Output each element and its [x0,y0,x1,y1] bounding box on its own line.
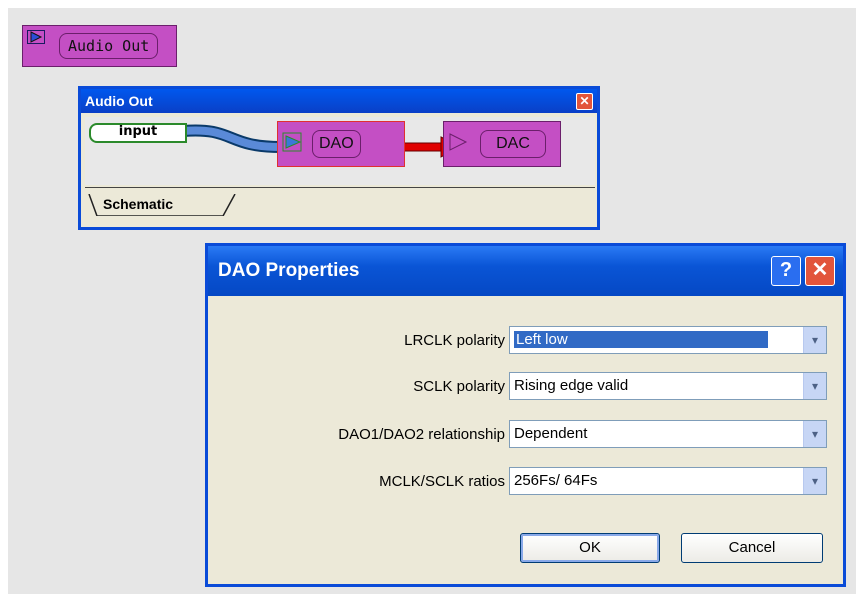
sclk-polarity-select[interactable]: Rising edge valid ▾ [509,372,827,400]
schematic-area[interactable]: input DAO DAC [85,117,595,185]
dialog-titlebar[interactable]: DAO Properties ? ✕ [208,246,843,296]
field-row-lrclk: LRCLK polarity Left low ▾ [208,326,843,356]
lrclk-polarity-select[interactable]: Left low ▾ [509,326,827,354]
dao-block[interactable]: DAO [277,121,405,167]
dao-label: DAO [312,130,361,158]
chevron-down-icon[interactable]: ▾ [803,421,826,447]
mclk-sclk-ratios-select[interactable]: 256Fs/ 64Fs ▾ [509,467,827,495]
field-label: MCLK/SCLK ratios [379,473,505,490]
cancel-button[interactable]: Cancel [681,533,823,563]
tab-strip: Schematic [85,187,595,226]
select-value: Dependent [514,425,588,442]
field-label: LRCLK polarity [404,332,505,349]
dac-label: DAC [480,130,546,158]
field-row-dao-relationship: DAO1/DAO2 relationship Dependent ▾ [208,420,843,450]
audio-out-block[interactable]: Audio Out [22,25,177,67]
audio-out-window-title: Audio Out [85,93,153,109]
tab-schematic[interactable]: Schematic [87,194,237,216]
field-row-sclk: SCLK polarity Rising edge valid ▾ [208,372,843,402]
chevron-down-icon[interactable]: ▾ [803,327,826,353]
select-value: 256Fs/ 64Fs [514,472,598,489]
dac-input-arrow-icon [449,133,468,151]
select-value: Left low [514,331,768,348]
help-icon[interactable]: ? [771,256,801,286]
tab-schematic-label: Schematic [103,196,174,212]
select-value: Rising edge valid [514,377,629,394]
ok-button[interactable]: OK [520,533,660,563]
input-pin[interactable]: input [89,123,187,143]
audio-out-window-titlebar[interactable]: Audio Out ✕ [81,89,597,113]
input-pin-icon [27,30,45,44]
field-row-mclk-sclk: MCLK/SCLK ratios 256Fs/ 64Fs ▾ [208,467,843,497]
audio-out-window: Audio Out ✕ input DAO DAC Schematic [78,86,600,230]
chevron-down-icon[interactable]: ▾ [803,373,826,399]
dac-block[interactable]: DAC [443,121,561,167]
audio-out-block-label: Audio Out [59,33,159,59]
dialog-title: DAO Properties [218,260,360,281]
dao-input-arrow-icon [282,132,302,152]
dao-relationship-select[interactable]: Dependent ▾ [509,420,827,448]
field-label: DAO1/DAO2 relationship [338,426,505,443]
field-label: SCLK polarity [413,378,505,395]
close-icon[interactable]: ✕ [576,93,593,110]
dao-properties-dialog: DAO Properties ? ✕ LRCLK polarity Left l… [205,243,846,587]
chevron-down-icon[interactable]: ▾ [803,468,826,494]
close-icon[interactable]: ✕ [805,256,835,286]
